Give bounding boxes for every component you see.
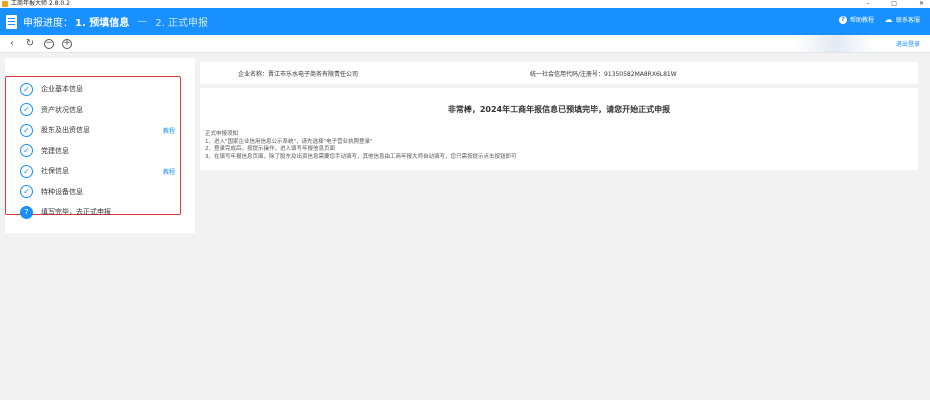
company-name: 企业名称：晋江市乐水电子商务有限责任公司 <box>238 69 358 78</box>
contact-service-label: 联系客服 <box>895 17 920 24</box>
credit-code-label: 统一社会信用代码/注册号： <box>530 70 605 78</box>
document-icon <box>6 14 17 29</box>
notice-item: 2、登录完成后，按提示操作，进入填写年报信息页面 <box>205 146 336 152</box>
tutorial-link[interactable]: 教程 <box>163 167 175 176</box>
window-title: 工商年报大师 2.8.0.2 <box>11 0 70 7</box>
progress-header: 申报进度： 1. 预填信息 — 2. 正式申报 ? 帮助教程 ☁ 联系客服 <box>0 8 930 35</box>
zoom-out-button[interactable]: − <box>44 38 54 49</box>
step-label: 填写完毕，去正式申报 <box>41 208 111 216</box>
tutorial-link[interactable]: 教程 <box>163 126 175 135</box>
progress-title: 申报进度： <box>23 18 73 29</box>
header-links: ? 帮助教程 ☁ 联系客服 <box>838 15 920 24</box>
progress-step-prefill: 1. 预填信息 <box>75 18 130 29</box>
filing-notice: 正式申报须知 1、进入"国家企业信用信息公示系统"，请先选择"电子营业执照登录"… <box>205 131 517 161</box>
notice-item: 1、进入"国家企业信用信息公示系统"，请先选择"电子营业执照登录" <box>205 138 373 145</box>
step-number-badge: 7 <box>20 205 33 219</box>
help-tutorial-label: 帮助教程 <box>849 17 874 24</box>
refresh-button[interactable]: ↻ <box>24 38 36 50</box>
check-icon: ✓ <box>20 103 33 116</box>
step-item[interactable]: ✓ 企业基本信息 <box>20 81 175 97</box>
notice-title: 正式申报须知 <box>205 131 239 137</box>
step-item[interactable]: ✓ 股东及出资信息 教程 <box>20 122 175 138</box>
help-icon: ? <box>838 15 847 24</box>
company-name-value: 晋江市乐水电子商务有限责任公司 <box>268 70 359 78</box>
step-label: 特种设备信息 <box>41 187 83 196</box>
step-label: 资产状况信息 <box>41 105 83 114</box>
window-controls: – □ ✕ <box>866 0 924 8</box>
company-info-bar: 企业名称：晋江市乐水电子商务有限责任公司 统一社会信用代码/注册号：913505… <box>200 62 918 84</box>
progress-separator: — <box>137 16 148 27</box>
window-titlebar: 工商年报大师 2.8.0.2 – □ ✕ <box>0 0 930 8</box>
close-button[interactable]: ✕ <box>919 0 924 8</box>
blurred-account-info <box>795 35 875 53</box>
check-icon: ✓ <box>20 82 33 96</box>
credit-code-value: 91350582MA8RX6L81W <box>604 70 677 78</box>
step-label: 企业基本信息 <box>41 85 83 93</box>
step-item[interactable]: ✓ 社保信息 教程 <box>20 163 175 179</box>
step-item[interactable]: ✓ 特种设备信息 <box>20 184 175 200</box>
back-button[interactable]: ‹ <box>6 38 18 50</box>
minimize-button[interactable]: – <box>866 0 869 8</box>
notice-item: 3、在填写年报信息页面，除了股东及出资信息需要您手动填写，其他信息由工商年报大师… <box>205 153 517 160</box>
steps-highlight-box: ✓ 企业基本信息 ✓ 资产状况信息 ✓ 股东及出资信息 教程 ✓ 党建信息 ✓ … <box>5 76 181 219</box>
check-icon: ✓ <box>20 144 33 157</box>
contact-service-link[interactable]: ☁ 联系客服 <box>884 15 920 24</box>
main-content-panel: 非常棒，2024年工商年报信息已预填完毕，请您开始正式申报 正式申报须知 1、进… <box>200 88 918 170</box>
progress-step-formal: 2. 正式申报 <box>155 18 208 29</box>
browser-nav-bar: ‹ ↻ − + 退出登录 <box>0 35 930 53</box>
help-tutorial-link[interactable]: ? 帮助教程 <box>838 15 874 24</box>
prefill-complete-message: 非常棒，2024年工商年报信息已预填完毕，请您开始正式申报 <box>447 105 671 114</box>
zoom-in-button[interactable]: + <box>62 38 72 49</box>
logout-link[interactable]: 退出登录 <box>896 39 920 48</box>
check-icon: ✓ <box>20 164 33 178</box>
check-icon: ✓ <box>20 185 33 198</box>
maximize-button[interactable]: □ <box>891 0 897 8</box>
step-item-current[interactable]: 7 填写完毕，去正式申报 <box>20 204 175 220</box>
steps-panel: ✓ 企业基本信息 ✓ 资产状况信息 ✓ 股东及出资信息 教程 ✓ 党建信息 ✓ … <box>5 58 195 233</box>
contact-service-icon: ☁ <box>884 14 893 24</box>
step-item[interactable]: ✓ 党建信息 <box>20 143 175 159</box>
step-label: 股东及出资信息 <box>41 126 90 134</box>
step-label: 党建信息 <box>41 146 69 155</box>
step-item[interactable]: ✓ 资产状况信息 <box>20 102 175 118</box>
check-icon: ✓ <box>20 123 33 137</box>
app-logo-icon <box>2 1 8 7</box>
credit-code: 统一社会信用代码/注册号：91350582MA8RX6L81W <box>530 69 677 78</box>
company-name-label: 企业名称： <box>238 70 269 78</box>
step-label: 社保信息 <box>41 167 69 175</box>
